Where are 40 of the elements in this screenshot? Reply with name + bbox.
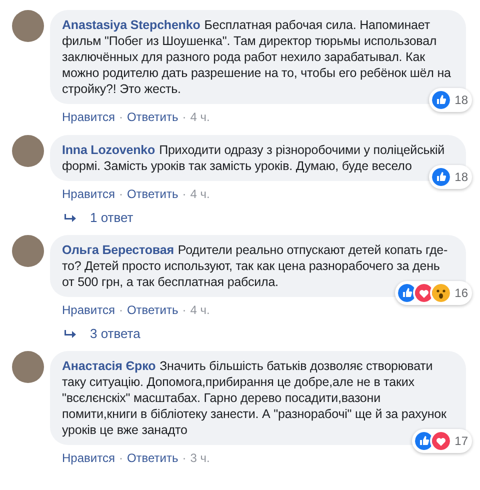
surprised-face-icon	[430, 282, 452, 304]
reactions-badge[interactable]: 18	[428, 88, 472, 112]
reply-link[interactable]: Ответить	[126, 108, 178, 126]
reply-link[interactable]: Ответить	[126, 185, 178, 203]
author-link[interactable]: Ольга Берестовая	[62, 243, 174, 257]
reply-arrow-icon	[64, 214, 76, 222]
reply-arrow-icon	[64, 330, 76, 338]
reaction-count: 17	[454, 433, 468, 450]
reactions-badge[interactable]: 16	[394, 281, 472, 305]
replies-link[interactable]: 3 ответа	[90, 324, 140, 344]
reaction-count: 16	[454, 285, 468, 302]
like-link[interactable]: Нравится	[62, 449, 115, 467]
avatar[interactable]	[12, 235, 44, 267]
like-link[interactable]: Нравится	[62, 301, 115, 319]
thumbs-up-icon	[430, 89, 452, 111]
reactions-badge[interactable]: 18	[428, 165, 472, 189]
thumbs-up-icon	[430, 166, 452, 188]
separator: ·	[118, 109, 123, 126]
separator: ·	[118, 302, 123, 319]
separator: ·	[182, 450, 186, 467]
heart-icon	[430, 430, 452, 452]
reaction-count: 18	[454, 92, 468, 109]
like-link[interactable]: Нравится	[62, 108, 115, 126]
separator: ·	[118, 186, 123, 203]
reply-link[interactable]: Ответить	[126, 301, 178, 319]
author-link[interactable]: Inna Lozovenko	[62, 143, 156, 157]
separator: ·	[182, 302, 186, 319]
like-link[interactable]: Нравится	[62, 185, 115, 203]
avatar[interactable]	[12, 135, 44, 167]
author-link[interactable]: Анастасія Єрко	[62, 359, 156, 373]
reaction-count: 18	[454, 169, 468, 186]
reactions-badge[interactable]: 17	[412, 429, 472, 453]
avatar[interactable]	[12, 10, 44, 42]
reply-link[interactable]: Ответить	[126, 449, 178, 467]
separator: ·	[182, 109, 186, 126]
author-link[interactable]: Anastasiya Stepchenko	[62, 18, 200, 32]
avatar[interactable]	[12, 351, 44, 383]
separator: ·	[182, 186, 186, 203]
separator: ·	[118, 450, 123, 467]
replies-link[interactable]: 1 ответ	[90, 208, 134, 228]
